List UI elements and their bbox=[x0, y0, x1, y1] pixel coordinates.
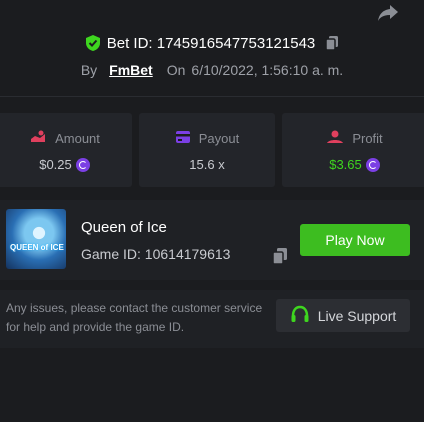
game-card: QUEEN of ICE Queen of Ice Game ID: 10614… bbox=[0, 200, 424, 280]
on-label: On bbox=[166, 62, 186, 78]
profit-card: Profit $3.65 bbox=[282, 113, 424, 187]
copy-icon[interactable] bbox=[272, 247, 288, 265]
stats-row: Amount $0.25 Payout 15.6 x Profit $3.65 bbox=[0, 113, 424, 187]
headset-icon bbox=[290, 305, 310, 326]
bet-id-row: Bet ID: 1745916547753121543 bbox=[0, 32, 424, 54]
bet-meta: By FmBet On 6/10/2022, 1:56:10 a. m. bbox=[0, 60, 424, 80]
payout-card: Payout 15.6 x bbox=[139, 113, 275, 187]
live-support-button[interactable]: Live Support bbox=[276, 299, 410, 332]
username-link[interactable]: FmBet bbox=[109, 62, 153, 78]
profit-icon bbox=[326, 130, 344, 147]
game-name: Queen of Ice bbox=[81, 219, 167, 236]
amount-icon bbox=[29, 130, 47, 147]
play-now-button[interactable]: Play Now bbox=[300, 224, 410, 256]
game-id: Game ID: 10614179613 bbox=[81, 246, 231, 262]
divider bbox=[0, 96, 424, 97]
profit-value: $3.65 bbox=[329, 157, 362, 172]
payout-label: Payout bbox=[198, 131, 240, 146]
copy-icon[interactable] bbox=[325, 35, 339, 51]
thumbnail-logo: QUEEN of ICE bbox=[10, 243, 64, 252]
coin-icon bbox=[365, 157, 380, 172]
support-section: Any issues, please contact the customer … bbox=[0, 290, 424, 348]
profit-label: Profit bbox=[352, 131, 383, 146]
bet-id: Bet ID: 1745916547753121543 bbox=[106, 34, 316, 52]
bet-datetime: 6/10/2022, 1:56:10 a. m. bbox=[191, 62, 344, 78]
amount-card: Amount $0.25 bbox=[0, 113, 132, 187]
by-label: By bbox=[80, 62, 98, 78]
game-thumbnail[interactable]: QUEEN of ICE bbox=[6, 209, 66, 269]
amount-label: Amount bbox=[55, 131, 100, 146]
shield-check-icon bbox=[85, 34, 101, 52]
coin-icon bbox=[75, 157, 90, 172]
amount-value: $0.25 bbox=[39, 157, 72, 172]
share-icon[interactable] bbox=[376, 2, 400, 24]
live-support-label: Live Support bbox=[317, 307, 397, 324]
payout-value: 15.6 x bbox=[189, 157, 225, 172]
payout-icon bbox=[175, 130, 191, 147]
support-message: Any issues, please contact the customer … bbox=[6, 301, 263, 334]
